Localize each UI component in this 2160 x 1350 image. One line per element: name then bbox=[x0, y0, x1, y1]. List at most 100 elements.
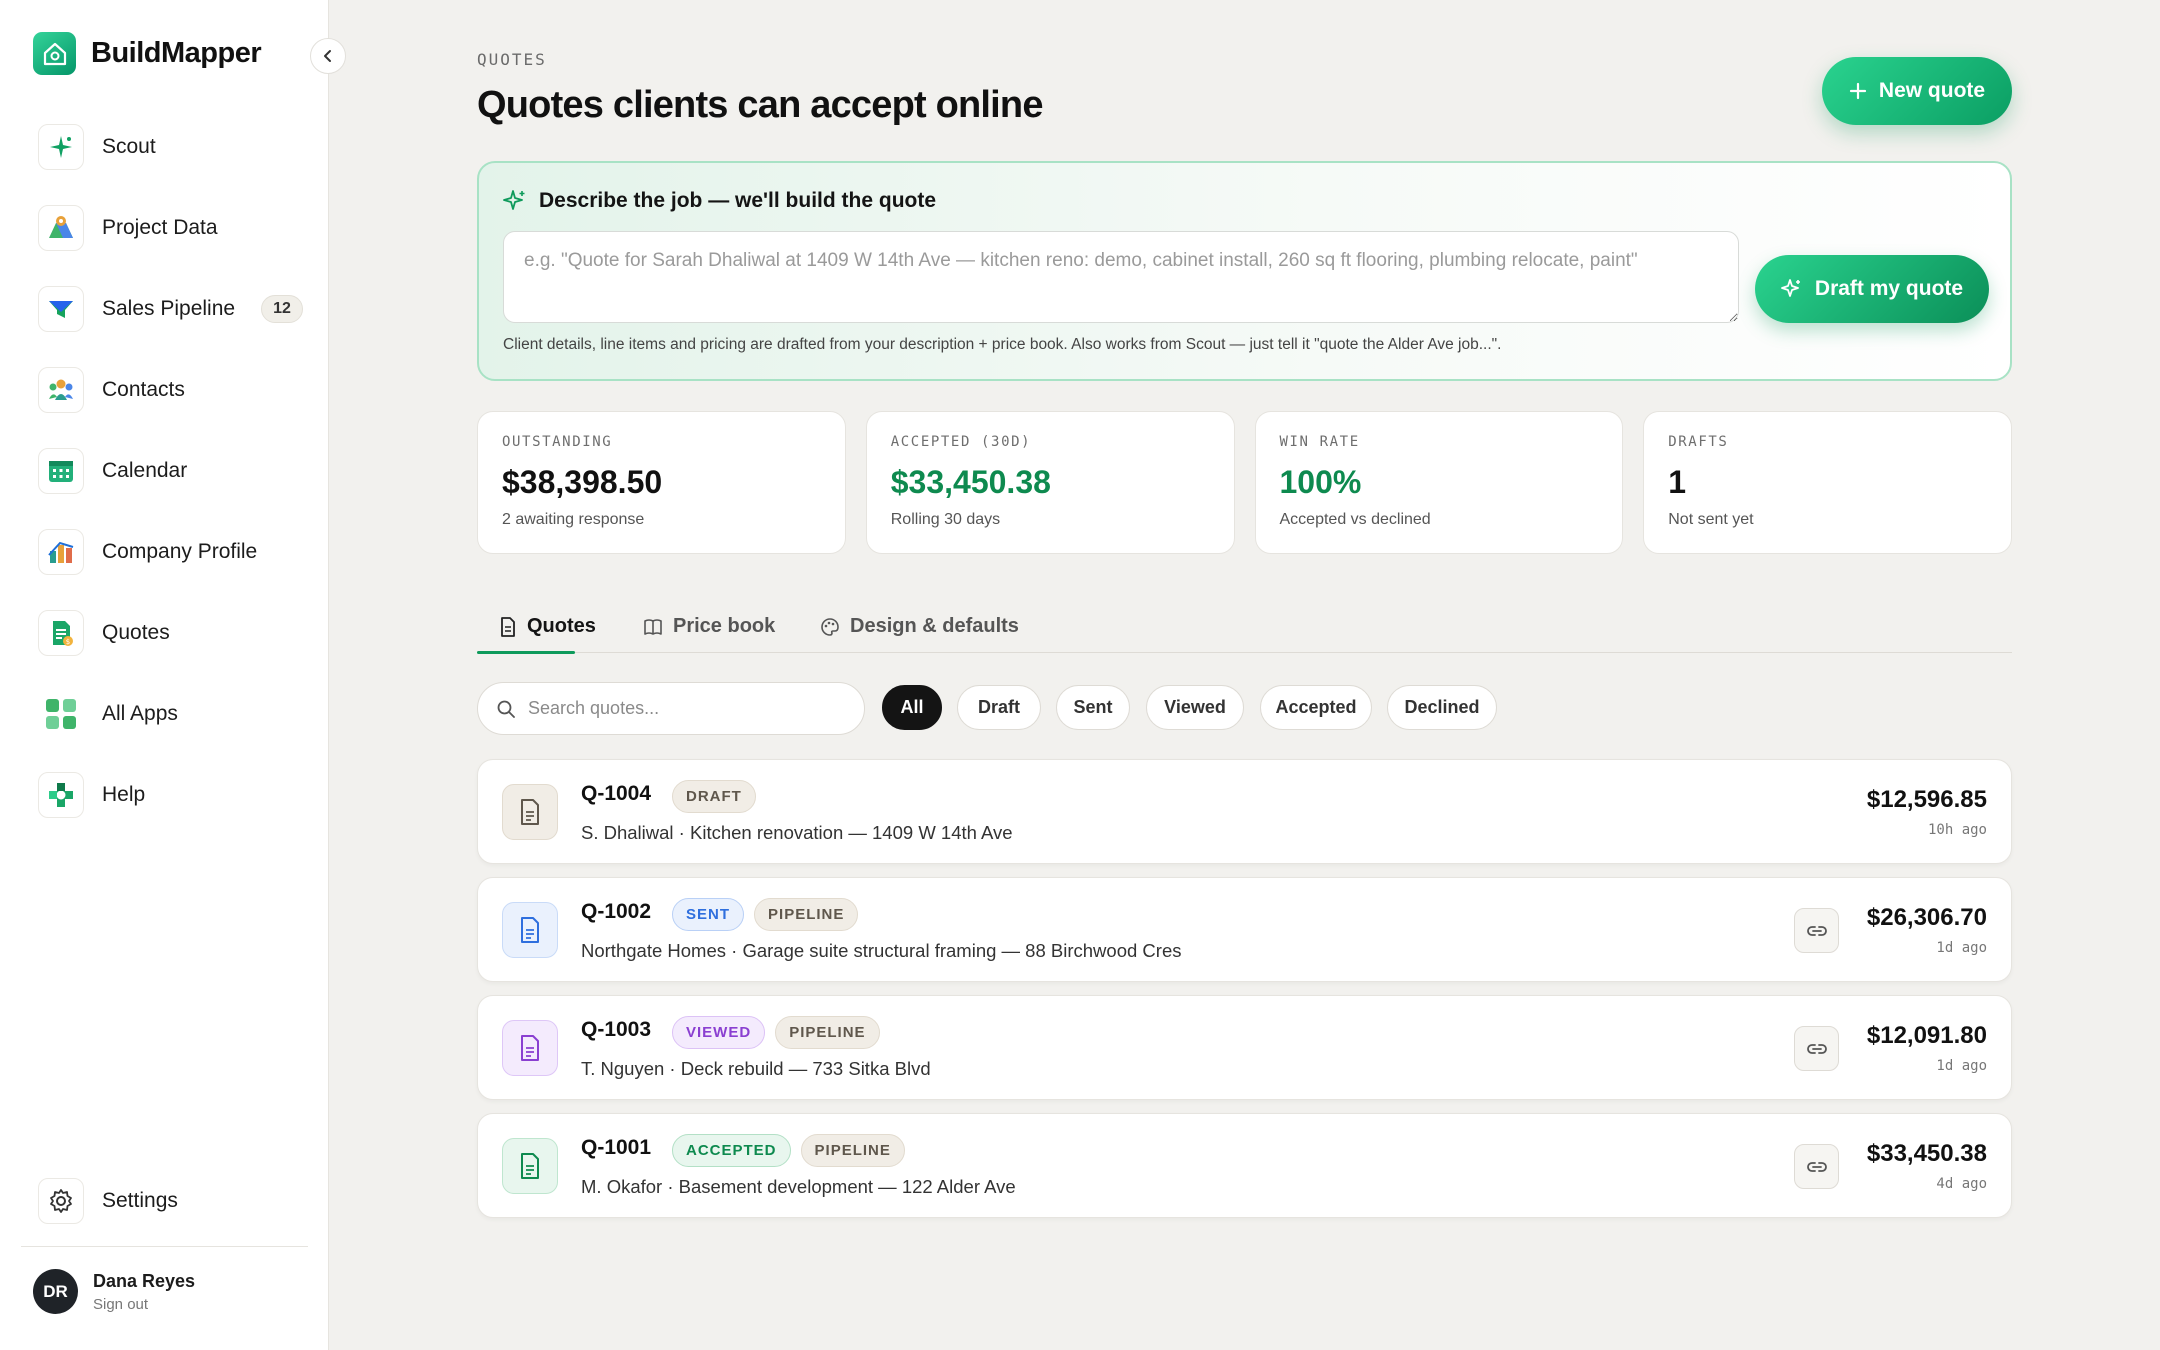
sidebar-item-settings[interactable]: Settings bbox=[38, 1178, 178, 1224]
job-description-input[interactable] bbox=[503, 231, 1739, 323]
search-input[interactable] bbox=[528, 698, 828, 719]
brand[interactable]: BuildMapper bbox=[33, 32, 262, 75]
stat-value: $38,398.50 bbox=[502, 464, 663, 500]
ai-quote-panel: Describe the job — we'll build the quote… bbox=[477, 161, 2012, 381]
quote-amount: $33,450.38 bbox=[1866, 1140, 1987, 1167]
quote-badges: ACCEPTED PIPELINE bbox=[672, 1134, 905, 1167]
document-icon bbox=[502, 1020, 558, 1076]
pipeline-badge: PIPELINE bbox=[775, 1016, 880, 1049]
active-tab-indicator bbox=[477, 651, 575, 654]
filter-chip-declined[interactable]: Declined bbox=[1387, 685, 1497, 730]
stat-sub: Rolling 30 days bbox=[890, 511, 1001, 528]
stat-label: ACCEPTED (30D) bbox=[890, 434, 1032, 450]
tab-design-defaults[interactable]: Design & defaults bbox=[820, 600, 1019, 653]
quote-row[interactable]: Q-1001 ACCEPTED PIPELINE M. Okafor · Bas… bbox=[477, 1113, 2012, 1218]
brand-name: BuildMapper bbox=[91, 37, 262, 69]
copy-link-button[interactable] bbox=[1794, 1144, 1839, 1189]
sidebar-item-project-data[interactable]: Project Data bbox=[38, 187, 308, 268]
filter-chip-sent[interactable]: Sent bbox=[1056, 685, 1130, 730]
quote-time: 1d ago bbox=[1936, 1058, 1987, 1074]
collapse-sidebar-button[interactable] bbox=[310, 38, 346, 74]
quote-id: Q-1004 bbox=[581, 782, 652, 805]
filter-chip-viewed[interactable]: Viewed bbox=[1146, 685, 1244, 730]
user-profile[interactable]: DR Dana Reyes Sign out bbox=[33, 1269, 195, 1314]
pipeline-count-badge: 12 bbox=[261, 294, 303, 323]
stat-card-outstanding: OUTSTANDING $38,398.50 2 awaiting respon… bbox=[477, 411, 846, 554]
sidebar-item-sales-pipeline[interactable]: Sales Pipeline 12 bbox=[38, 268, 308, 349]
status-badge: ACCEPTED bbox=[672, 1134, 791, 1167]
stat-sub: 2 awaiting response bbox=[502, 511, 645, 528]
quote-amount: $12,596.85 bbox=[1866, 786, 1987, 813]
quote-amount: $12,091.80 bbox=[1866, 1022, 1987, 1049]
sidebar-item-label: Calendar bbox=[102, 458, 188, 482]
sidebar-item-contacts[interactable]: Contacts bbox=[38, 349, 308, 430]
draft-my-quote-button[interactable]: Draft my quote bbox=[1755, 255, 1989, 323]
quote-doc-icon: $ bbox=[38, 609, 84, 656]
stat-value: 1 bbox=[1668, 464, 1687, 500]
sidebar-item-label: Project Data bbox=[102, 215, 218, 239]
sidebar-item-label: Contacts bbox=[102, 377, 185, 401]
plus-icon bbox=[1849, 82, 1867, 100]
quote-id: Q-1003 bbox=[581, 1018, 652, 1041]
page-title: Quotes clients can accept online bbox=[477, 84, 1043, 126]
document-icon bbox=[501, 616, 515, 637]
status-badge: SENT bbox=[672, 898, 745, 931]
quote-time: 10h ago bbox=[1927, 822, 1987, 838]
copy-link-button[interactable] bbox=[1794, 908, 1839, 953]
quote-row[interactable]: Q-1003 VIEWED PIPELINE T. Nguyen · Deck … bbox=[477, 995, 2012, 1100]
draft-button-label: Draft my quote bbox=[1814, 277, 1964, 300]
sidebar-item-scout[interactable]: Scout bbox=[38, 106, 308, 187]
sign-out-link[interactable]: Sign out bbox=[93, 1296, 195, 1313]
quote-description: M. Okafor · Basement development — 122 A… bbox=[581, 1176, 1016, 1197]
filter-chip-draft[interactable]: Draft bbox=[957, 685, 1041, 730]
tab-bar: Quotes Price book Design & defaults bbox=[477, 600, 2012, 654]
link-icon bbox=[1806, 1043, 1827, 1054]
new-quote-button[interactable]: New quote bbox=[1822, 57, 2012, 125]
tab-quotes[interactable]: Quotes bbox=[499, 600, 596, 653]
filter-chip-accepted[interactable]: Accepted bbox=[1260, 685, 1372, 730]
quote-client: Northgate Homes bbox=[581, 940, 726, 961]
calendar-icon bbox=[38, 447, 84, 494]
status-badge: VIEWED bbox=[672, 1016, 766, 1049]
sidebar-item-quotes[interactable]: $ Quotes bbox=[38, 592, 308, 673]
filter-chip-all[interactable]: All bbox=[882, 685, 942, 730]
tab-price-book[interactable]: Price book bbox=[643, 600, 775, 653]
quote-row[interactable]: Q-1004 DRAFT S. Dhaliwal · Kitchen renov… bbox=[477, 759, 2012, 864]
search-box[interactable] bbox=[477, 682, 865, 735]
sidebar-item-calendar[interactable]: Calendar bbox=[38, 430, 308, 511]
stat-value: $33,450.38 bbox=[890, 464, 1051, 500]
tab-label: Price book bbox=[673, 615, 776, 637]
sidebar-item-all-apps[interactable]: All Apps bbox=[38, 673, 308, 754]
search-icon bbox=[497, 700, 515, 718]
svg-text:$: $ bbox=[66, 638, 70, 646]
funnel-icon bbox=[38, 285, 84, 332]
quote-job: Basement development — 122 Alder Ave bbox=[678, 1176, 1016, 1197]
quote-job: Deck rebuild — 733 Sitka Blvd bbox=[680, 1058, 931, 1079]
stat-card-drafts: DRAFTS 1 Not sent yet bbox=[1643, 411, 2012, 554]
quote-amount: $26,306.70 bbox=[1866, 904, 1987, 931]
quote-time: 1d ago bbox=[1936, 940, 1987, 956]
chevron-left-icon bbox=[324, 50, 331, 62]
status-badge: DRAFT bbox=[672, 780, 756, 813]
stat-label: OUTSTANDING bbox=[502, 434, 613, 450]
sidebar-item-label: Help bbox=[102, 782, 146, 806]
stat-value: 100% bbox=[1279, 464, 1362, 500]
help-icon bbox=[38, 771, 84, 818]
quote-row[interactable]: Q-1002 SENT PIPELINE Northgate Homes · G… bbox=[477, 877, 2012, 982]
sparkle-icon bbox=[1781, 279, 1800, 297]
quote-job: Garage suite structural framing — 88 Bir… bbox=[742, 940, 1182, 961]
link-icon bbox=[1806, 1161, 1827, 1172]
sidebar-divider bbox=[21, 1246, 308, 1247]
sidebar-item-label: Sales Pipeline bbox=[102, 296, 236, 320]
people-icon bbox=[38, 366, 84, 413]
quote-description: S. Dhaliwal · Kitchen renovation — 1409 … bbox=[581, 822, 1013, 843]
stat-sub: Not sent yet bbox=[1668, 511, 1754, 528]
sidebar-item-label: All Apps bbox=[102, 701, 178, 725]
chart-icon bbox=[38, 528, 84, 575]
copy-link-button[interactable] bbox=[1794, 1026, 1839, 1071]
stat-card-accepted: ACCEPTED (30D) $33,450.38 Rolling 30 day… bbox=[865, 411, 1235, 554]
sidebar-item-help[interactable]: Help bbox=[38, 754, 308, 835]
document-icon bbox=[502, 1138, 558, 1194]
ai-panel-heading-text: Describe the job — we'll build the quote bbox=[539, 189, 937, 212]
sidebar-item-company-profile[interactable]: Company Profile bbox=[38, 511, 308, 592]
